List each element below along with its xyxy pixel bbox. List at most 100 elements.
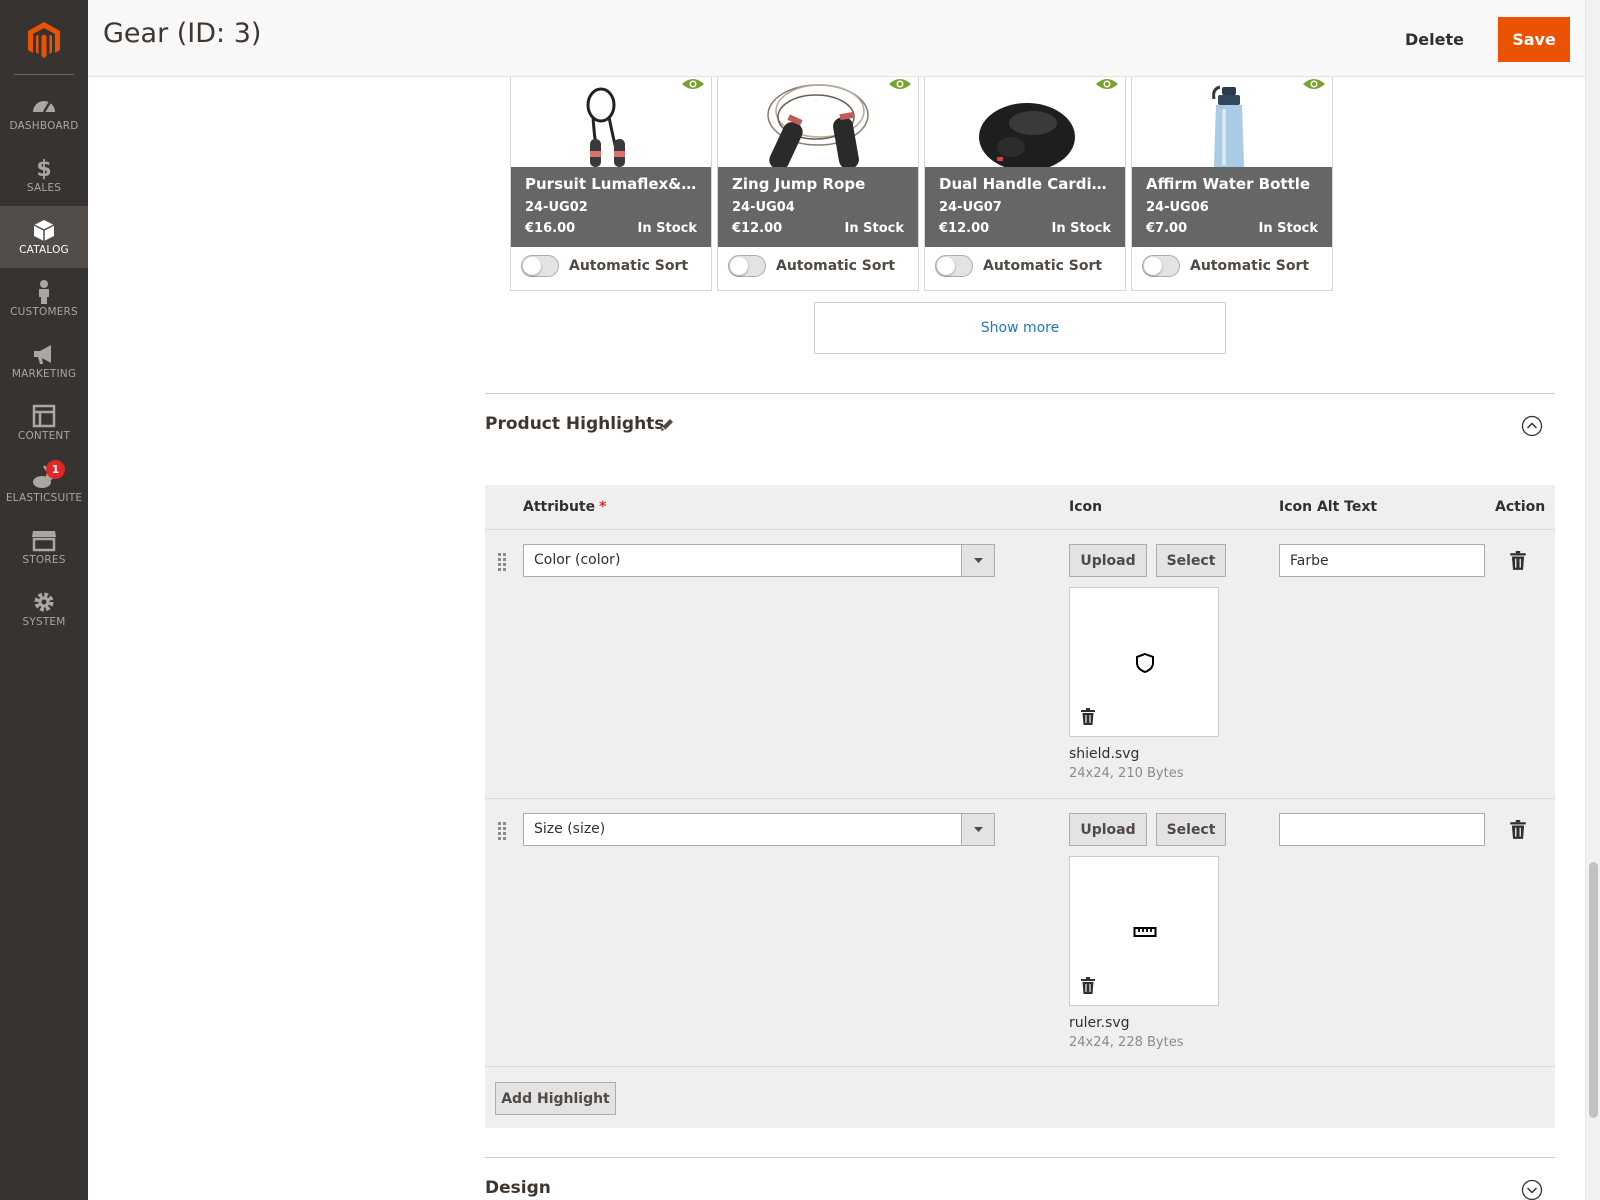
toggle-switch[interactable] xyxy=(728,255,766,277)
notification-badge: 1 xyxy=(46,460,65,479)
automatic-sort-label: Automatic Sort xyxy=(569,258,689,274)
product-info: Dual Handle Cardio... 24-UG07 €12.00 In … xyxy=(925,167,1125,247)
nav-system-label: SYSTEM xyxy=(22,616,66,628)
product-image xyxy=(718,77,918,167)
nav-catalog[interactable]: CATALOG xyxy=(0,206,88,268)
scrollbar-thumb[interactable] xyxy=(1589,862,1598,1118)
product-price: €12.00 xyxy=(939,221,990,236)
nav-system[interactable]: SYSTEM xyxy=(0,578,88,640)
nav-stores[interactable]: STORES xyxy=(0,516,88,578)
nav-sales[interactable]: $ SALES xyxy=(0,144,88,206)
nav-elasticsuite[interactable]: 1 ELASTICSUITE xyxy=(0,454,88,516)
nav-content[interactable]: CONTENT xyxy=(0,392,88,454)
page-scrollbar[interactable] xyxy=(1585,0,1600,1200)
toggle-switch[interactable] xyxy=(935,255,973,277)
nav-content-label: CONTENT xyxy=(17,430,71,442)
add-highlight-button[interactable]: Add Highlight xyxy=(495,1082,616,1115)
file-meta: 24x24, 210 Bytes xyxy=(1069,766,1184,781)
store-icon xyxy=(32,531,56,552)
nav-marketing-label: MARKETING xyxy=(11,368,77,380)
dollar-icon: $ xyxy=(36,157,51,181)
eye-icon[interactable] xyxy=(888,77,912,91)
icon-preview xyxy=(1069,587,1219,737)
product-card[interactable]: Dual Handle Cardio... 24-UG07 €12.00 In … xyxy=(924,77,1126,291)
column-action: Action xyxy=(1495,499,1546,515)
product-price: €16.00 xyxy=(525,221,576,236)
nav-customers[interactable]: CUSTOMERS xyxy=(0,268,88,330)
drag-handle-icon[interactable] xyxy=(497,821,509,841)
nav-customers-label: CUSTOMERS xyxy=(10,306,78,318)
magento-logo[interactable] xyxy=(24,20,64,60)
file-name: shield.svg xyxy=(1069,746,1140,762)
product-name: Pursuit Lumaflex&t... xyxy=(525,175,697,193)
product-sku: 24-UG07 xyxy=(939,200,1002,215)
attribute-select[interactable]: Size (size) xyxy=(523,813,995,846)
product-info: Pursuit Lumaflex&t... 24-UG02 €16.00 In … xyxy=(511,167,711,247)
product-card[interactable]: Affirm Water Bottle 24-UG06 €7.00 In Sto… xyxy=(1131,77,1333,291)
icon-alt-text-input[interactable] xyxy=(1279,544,1485,577)
nav-dashboard[interactable]: DASHBOARD xyxy=(0,82,88,144)
eye-icon[interactable] xyxy=(1095,77,1119,91)
automatic-sort-toggle[interactable]: Automatic Sort xyxy=(521,255,688,277)
product-price: €12.00 xyxy=(732,221,783,236)
svg-text:$: $ xyxy=(36,157,51,181)
pencil-icon[interactable] xyxy=(659,417,675,433)
column-attribute: Attribute * xyxy=(523,499,607,515)
ruler-icon xyxy=(1133,927,1157,937)
trash-icon[interactable] xyxy=(1509,551,1527,571)
toggle-switch[interactable] xyxy=(521,255,559,277)
eye-icon[interactable] xyxy=(681,77,705,91)
nav-dashboard-label: DASHBOARD xyxy=(9,120,79,132)
chevron-down-icon[interactable] xyxy=(961,814,994,845)
drag-handle-icon[interactable] xyxy=(497,552,509,572)
required-mark: * xyxy=(599,499,607,515)
attribute-select[interactable]: Color (color) xyxy=(523,544,995,577)
show-more-button[interactable]: Show more xyxy=(814,302,1226,354)
cube-icon xyxy=(33,220,55,241)
product-info: Zing Jump Rope 24-UG04 €12.00 In Stock xyxy=(718,167,918,247)
save-button[interactable]: Save xyxy=(1498,17,1570,62)
automatic-sort-toggle[interactable]: Automatic Sort xyxy=(728,255,895,277)
product-name: Zing Jump Rope xyxy=(732,175,866,193)
automatic-sort-toggle[interactable]: Automatic Sort xyxy=(1142,255,1309,277)
upload-button[interactable]: Upload xyxy=(1069,544,1147,577)
product-sku: 24-UG04 xyxy=(732,200,795,215)
column-icon: Icon xyxy=(1069,499,1103,515)
gear-icon xyxy=(34,592,54,612)
product-name: Affirm Water Bottle xyxy=(1146,175,1311,193)
grid-header: Attribute * Icon Icon Alt Text Action xyxy=(485,485,1555,530)
product-card[interactable]: Pursuit Lumaflex&t... 24-UG02 €16.00 In … xyxy=(510,77,712,291)
toggle-switch[interactable] xyxy=(1142,255,1180,277)
select-button[interactable]: Select xyxy=(1156,813,1226,846)
product-image xyxy=(1132,77,1332,167)
trash-icon[interactable] xyxy=(1080,708,1096,726)
person-icon xyxy=(39,280,49,304)
nav-catalog-label: CATALOG xyxy=(19,244,69,256)
upload-button[interactable]: Upload xyxy=(1069,813,1147,846)
automatic-sort-toggle[interactable]: Automatic Sort xyxy=(935,255,1102,277)
icon-alt-text-input[interactable] xyxy=(1279,813,1485,846)
collapse-icon[interactable] xyxy=(1521,415,1543,437)
layout-icon xyxy=(32,404,56,428)
megaphone-icon xyxy=(34,345,51,364)
product-stock: In Stock xyxy=(637,221,697,236)
attribute-select-value: Color (color) xyxy=(534,552,621,568)
automatic-sort-label: Automatic Sort xyxy=(1190,258,1310,274)
expand-icon[interactable] xyxy=(1521,1179,1543,1200)
design-section-title[interactable]: Design xyxy=(485,1178,551,1198)
highlight-row: Size (size) Upload Select ruler.svg 24x2… xyxy=(485,799,1555,1067)
chevron-down-icon[interactable] xyxy=(961,545,994,576)
product-highlights-title[interactable]: Product Highlights xyxy=(485,414,664,434)
trash-icon[interactable] xyxy=(1080,977,1096,995)
product-card[interactable]: Zing Jump Rope 24-UG04 €12.00 In Stock A… xyxy=(717,77,919,291)
dashboard-icon xyxy=(33,101,55,113)
delete-button[interactable]: Delete xyxy=(1391,17,1478,62)
product-name: Dual Handle Cardio... xyxy=(939,175,1111,193)
section-divider xyxy=(485,1157,1555,1158)
eye-icon[interactable] xyxy=(1302,77,1326,91)
trash-icon[interactable] xyxy=(1509,820,1527,840)
select-button[interactable]: Select xyxy=(1156,544,1226,577)
highlight-row: Color (color) Upload Select shield.svg 2… xyxy=(485,530,1555,799)
icon-preview xyxy=(1069,856,1219,1006)
nav-marketing[interactable]: MARKETING xyxy=(0,330,88,392)
